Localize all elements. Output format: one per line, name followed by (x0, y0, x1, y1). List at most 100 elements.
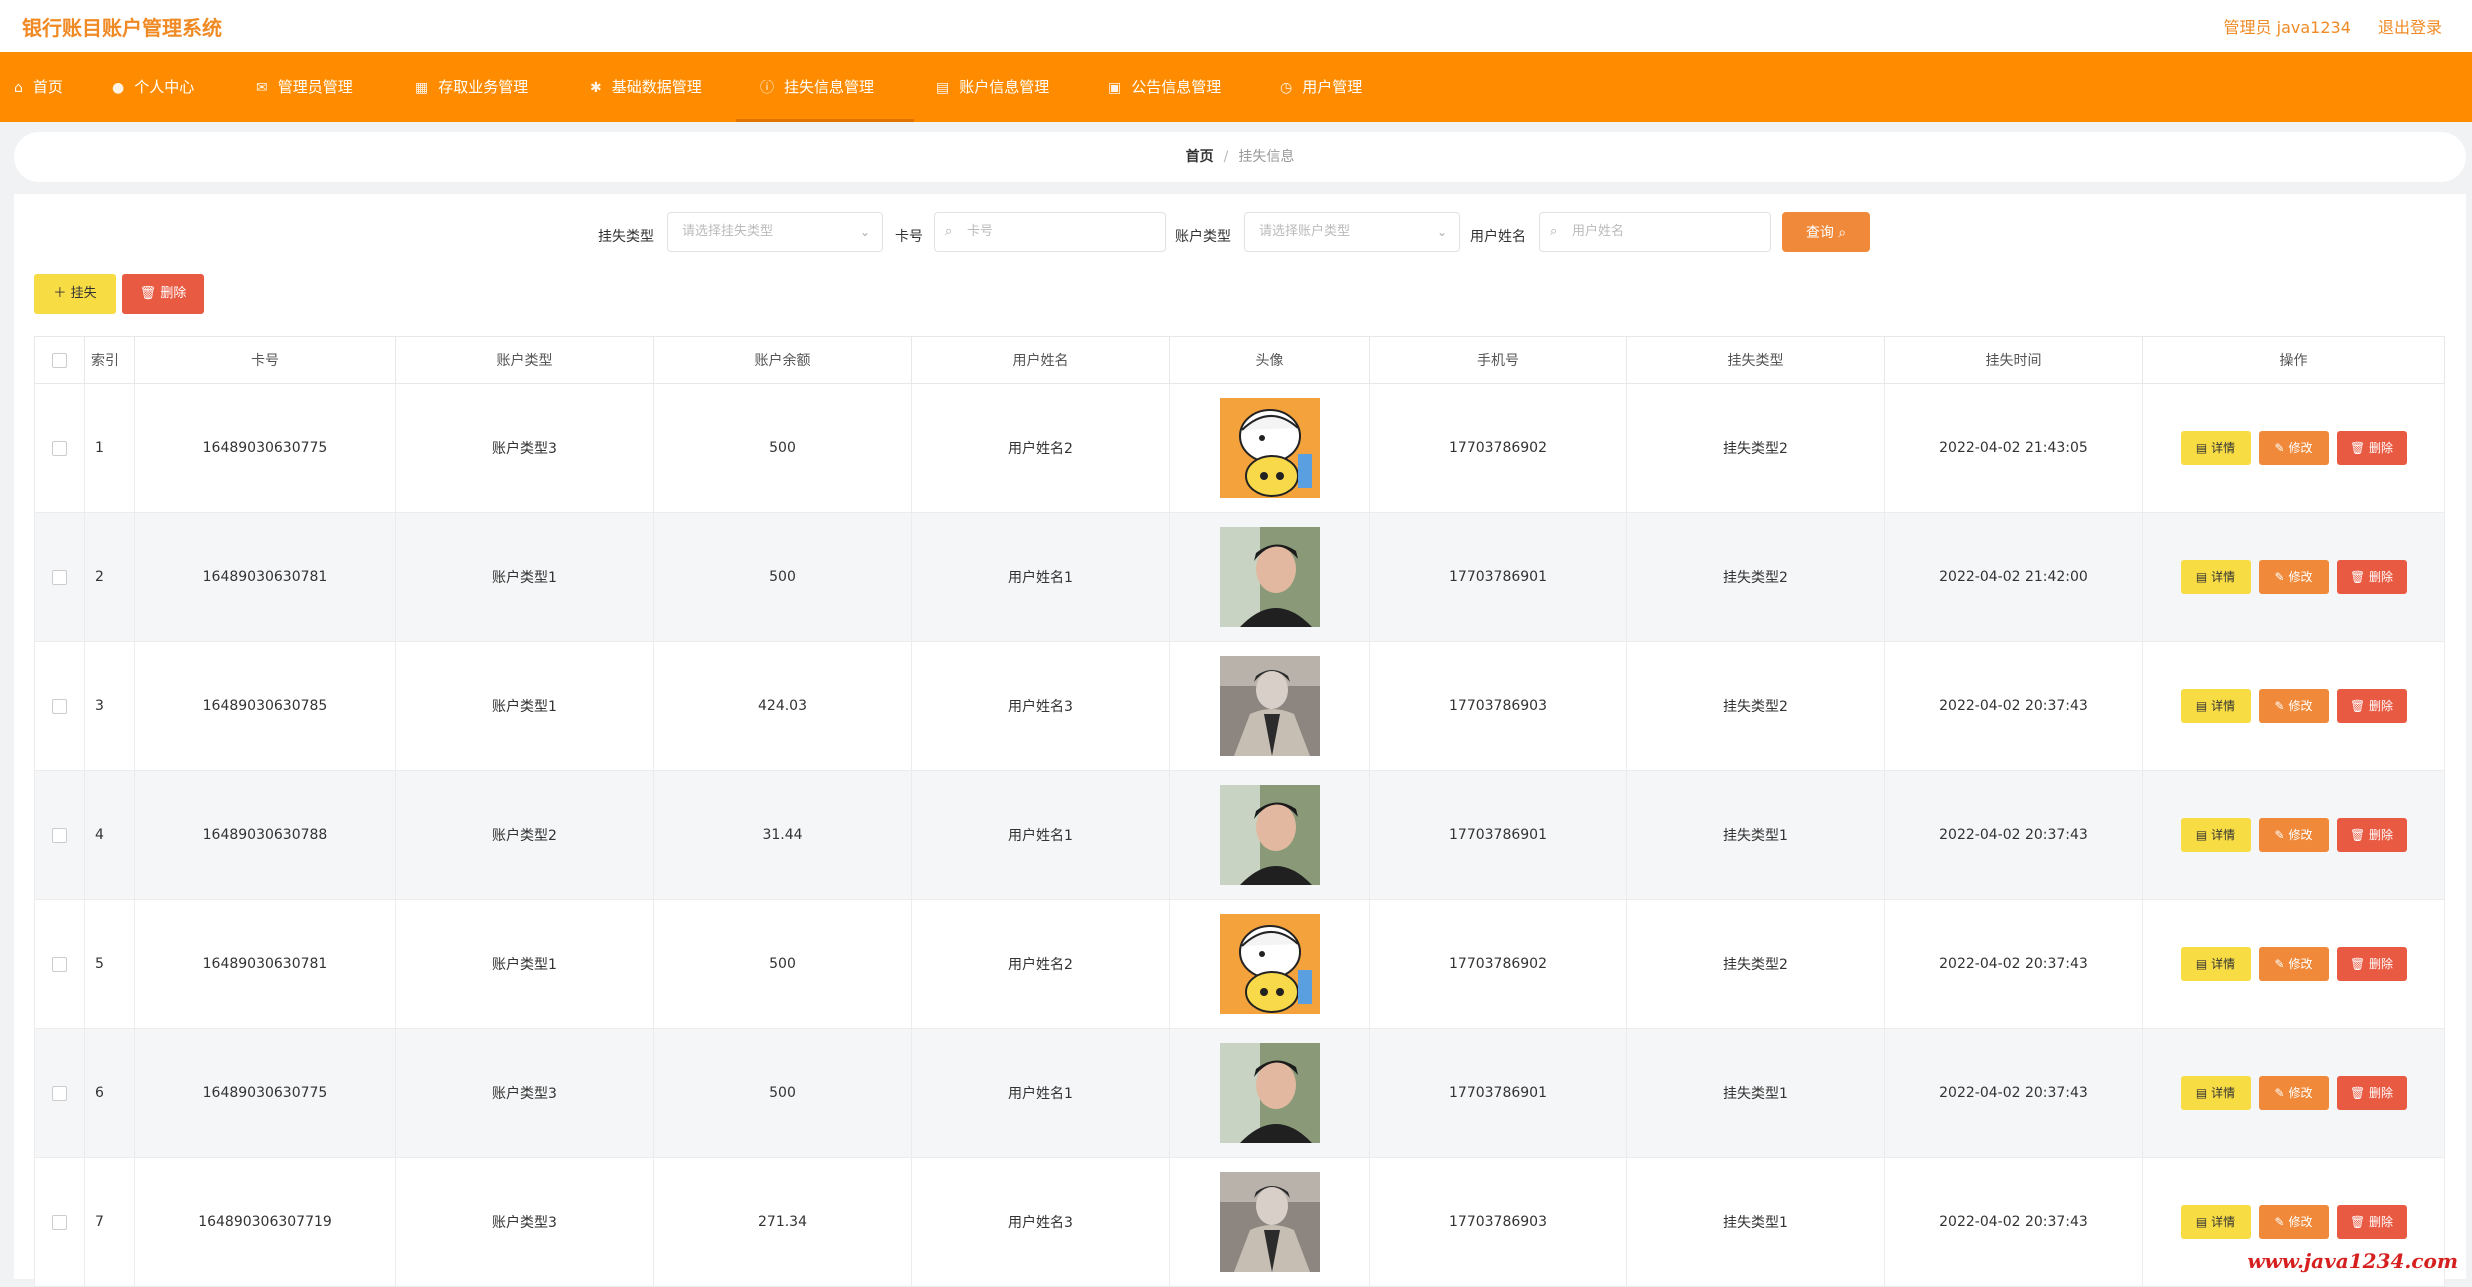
nav-item-admin[interactable]: ✉ 管理员管理 (256, 52, 353, 122)
row-checkbox[interactable] (52, 440, 67, 456)
nav-item-basedata[interactable]: ✱ 基础数据管理 (590, 52, 702, 122)
avatar (1219, 1043, 1320, 1143)
card-input[interactable]: ⌕ 卡号 (934, 212, 1166, 252)
delete-button[interactable]: 🗑 删除 (2336, 947, 2407, 981)
search-icon: ⌕ (1550, 224, 1558, 239)
edit-button[interactable]: ✎ 修改 (2258, 431, 2329, 465)
detail-label: 详情 (2211, 699, 2236, 713)
edit-label: 修改 (2288, 828, 2313, 842)
operations-cell: ▤ 详情 ✎ 修改 🗑 删除 (2142, 899, 2445, 1029)
balance-cell: 424.03 (653, 641, 912, 771)
nav-item-profile[interactable]: ● 个人中心 (112, 52, 194, 122)
detail-label: 详情 (2211, 1086, 2236, 1100)
loss-time-cell: 2022-04-02 21:42:00 (1884, 512, 2143, 642)
detail-label: 详情 (2211, 957, 2236, 971)
nav-item-home[interactable]: ⌂ 首页 (14, 52, 63, 122)
account-type-select[interactable]: 请选择账户类型 ⌄ (1244, 212, 1460, 252)
nav-item-label: 管理员管理 (277, 78, 353, 96)
pencil-icon: ✎ (2274, 957, 2285, 971)
detail-button[interactable]: ▤ 详情 (2180, 560, 2251, 594)
trash-icon: 🗑 (2349, 699, 2366, 713)
detail-button[interactable]: ▤ 详情 (2180, 431, 2251, 465)
breadcrumb-home[interactable]: 首页 (1186, 149, 1214, 165)
detail-button[interactable]: ▤ 详情 (2180, 1076, 2251, 1110)
pencil-icon: ✎ (2274, 441, 2285, 455)
edit-button[interactable]: ✎ 修改 (2258, 560, 2329, 594)
detail-button[interactable]: ▤ 详情 (2180, 1205, 2251, 1239)
nav-item-deposit[interactable]: ▦ 存取业务管理 (415, 52, 528, 122)
detail-button[interactable]: ▤ 详情 (2180, 689, 2251, 723)
avatar-cell (1169, 641, 1370, 771)
row-select-cell[interactable] (34, 899, 85, 1029)
watermark: www.java1234.com (2247, 1249, 2458, 1273)
loss-type-cell: 挂失类型2 (1626, 512, 1885, 642)
row-checkbox[interactable] (52, 1085, 67, 1101)
document-icon: ▤ (2195, 441, 2208, 455)
row-select-cell[interactable] (34, 383, 85, 513)
detail-label: 详情 (2211, 570, 2236, 584)
document-icon: ▤ (2195, 1086, 2208, 1100)
row-select-cell[interactable] (34, 1157, 85, 1287)
username-placeholder: 用户姓名 (1572, 224, 1625, 239)
column-header: 头像 (1169, 336, 1370, 384)
logout-link[interactable]: 退出登录 (2378, 18, 2442, 37)
report-loss-button[interactable]: ＋ 挂失 (34, 274, 116, 314)
edit-button[interactable]: ✎ 修改 (2258, 1205, 2329, 1239)
card-number-cell: 16489030630775 (134, 383, 396, 513)
row-checkbox[interactable] (52, 956, 67, 972)
loss-time-cell: 2022-04-02 21:43:05 (1884, 383, 2143, 513)
batch-delete-button[interactable]: 🗑 删除 (122, 274, 204, 314)
nav-item-loss[interactable]: ⓘ 挂失信息管理 (735, 52, 915, 122)
edit-button[interactable]: ✎ 修改 (2258, 947, 2329, 981)
edit-button[interactable]: ✎ 修改 (2258, 1076, 2329, 1110)
delete-label: 删除 (2369, 1215, 2394, 1229)
delete-button[interactable]: 🗑 删除 (2336, 818, 2407, 852)
nav-item-notice[interactable]: ▣ 公告信息管理 (1108, 52, 1221, 122)
edit-label: 修改 (2288, 699, 2313, 713)
loss-time-cell: 2022-04-02 20:37:43 (1884, 1157, 2143, 1287)
loss-type-select[interactable]: 请选择挂失类型 ⌄ (667, 212, 883, 252)
mail-icon: ✉ (256, 80, 268, 96)
row-checkbox[interactable] (52, 569, 67, 585)
select-all-header[interactable] (34, 336, 85, 384)
loss-type-cell: 挂失类型1 (1626, 770, 1885, 900)
row-checkbox[interactable] (52, 698, 67, 714)
column-header: 账户余额 (653, 336, 912, 384)
edit-label: 修改 (2288, 1215, 2313, 1229)
avatar-cell (1169, 383, 1370, 513)
balance-cell: 271.34 (653, 1157, 912, 1287)
column-header: 用户姓名 (911, 336, 1170, 384)
loss-type-placeholder: 请选择挂失类型 (682, 224, 774, 239)
row-checkbox[interactable] (52, 827, 67, 843)
nav-item-users[interactable]: ◷ 用户管理 (1280, 52, 1362, 122)
row-index: 3 (84, 641, 135, 771)
top-bar: 银行账目账户管理系统 管理员 java1234 退出登录 (0, 0, 2472, 53)
detail-button[interactable]: ▤ 详情 (2180, 818, 2251, 852)
avatar (1219, 914, 1320, 1014)
nav-item-account[interactable]: ▤ 账户信息管理 (936, 52, 1049, 122)
select-all-checkbox[interactable] (52, 352, 67, 368)
username-input[interactable]: ⌕ 用户姓名 (1539, 212, 1771, 252)
delete-button[interactable]: 🗑 删除 (2336, 689, 2407, 723)
row-checkbox[interactable] (52, 1214, 67, 1230)
row-select-cell[interactable] (34, 512, 85, 642)
detail-button[interactable]: ▤ 详情 (2180, 947, 2251, 981)
trash-icon: 🗑 (2349, 957, 2366, 971)
delete-button[interactable]: 🗑 删除 (2336, 1076, 2407, 1110)
delete-button[interactable]: 🗑 删除 (2336, 560, 2407, 594)
row-select-cell[interactable] (34, 1028, 85, 1158)
table-row: 3 16489030630785 账户类型1 424.03 用户姓名3 177037869… (34, 641, 2445, 771)
card-number-cell: 164890306307719 (134, 1157, 396, 1287)
edit-button[interactable]: ✎ 修改 (2258, 818, 2329, 852)
balance-cell: 500 (653, 899, 912, 1029)
delete-button[interactable]: 🗑 删除 (2336, 1205, 2407, 1239)
avatar-cell (1169, 770, 1370, 900)
delete-button[interactable]: 🗑 删除 (2336, 431, 2407, 465)
query-button[interactable]: 查询 ⌕ (1782, 212, 1870, 252)
row-select-cell[interactable] (34, 641, 85, 771)
trash-icon: 🗑 (2349, 570, 2366, 584)
row-select-cell[interactable] (34, 770, 85, 900)
edit-button[interactable]: ✎ 修改 (2258, 689, 2329, 723)
nav-item-label: 挂失信息管理 (784, 78, 875, 96)
username-cell: 用户姓名1 (911, 512, 1170, 642)
